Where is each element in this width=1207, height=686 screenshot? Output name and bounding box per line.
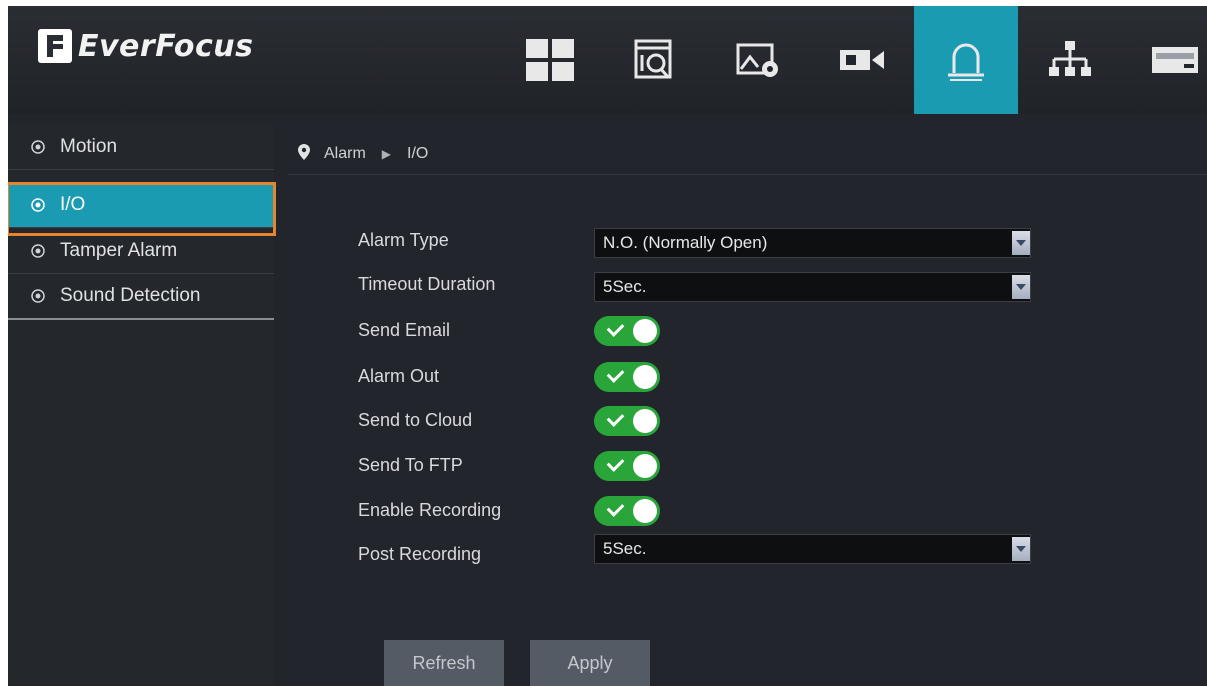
checkmark-icon	[606, 409, 625, 427]
location-pin-icon	[298, 143, 310, 165]
nav-camera[interactable]	[810, 6, 914, 114]
timeout-duration-label: Timeout Duration	[358, 274, 496, 294]
toggle-knob	[633, 499, 657, 523]
everfocus-logo-icon	[38, 29, 72, 63]
send-email-toggle[interactable]	[594, 316, 660, 346]
breadcrumb-page: I/O	[407, 145, 429, 162]
send-to-cloud-label: Send to Cloud	[358, 410, 473, 430]
main-nav	[498, 6, 1207, 114]
send-to-cloud-toggle[interactable]	[594, 406, 660, 436]
chevron-down-icon[interactable]	[1012, 275, 1030, 299]
playback-icon	[634, 39, 672, 79]
alarm-bell-icon	[948, 43, 984, 81]
gear-icon	[31, 243, 45, 258]
image-settings-icon	[736, 43, 778, 77]
alarm-type-value: N.O. (Normally Open)	[603, 233, 768, 252]
sidebar-item-label: Sound Detection	[60, 285, 201, 306]
checkmark-icon	[606, 499, 625, 517]
chevron-down-icon[interactable]	[1012, 537, 1030, 561]
alarm-type-select[interactable]: N.O. (Normally Open)	[594, 228, 1031, 258]
chevron-right-icon: ▶	[381, 147, 392, 161]
sidebar: Motion I/O Tamper Alarm Sound Detection	[8, 124, 276, 686]
nav-alarm[interactable]	[914, 6, 1018, 114]
timeout-duration-value: 5Sec.	[603, 277, 647, 296]
checkmark-icon	[606, 365, 625, 383]
brand-name: EverFocus	[78, 28, 254, 64]
post-recording-label: Post Recording	[358, 544, 482, 564]
breadcrumb: Alarm ▶ I/O	[288, 134, 1207, 175]
apply-button[interactable]: Apply	[530, 640, 650, 686]
toggle-knob	[633, 365, 657, 389]
toggle-knob	[633, 454, 657, 478]
checkmark-icon	[606, 319, 625, 337]
post-recording-select[interactable]: 5Sec.	[594, 534, 1031, 564]
nav-image-settings[interactable]	[706, 6, 810, 114]
nav-live-view[interactable]	[498, 6, 602, 114]
send-email-label: Send Email	[358, 320, 451, 340]
camera-icon	[840, 50, 884, 70]
grid-icon	[526, 39, 574, 81]
nav-playback[interactable]	[602, 6, 706, 114]
dvr-window: EverFocus Motion I/O Tamper Alarm Sound …	[8, 6, 1207, 686]
enable-recording-label: Enable Recording	[358, 500, 502, 520]
timeout-duration-select[interactable]: 5Sec.	[594, 272, 1031, 302]
nav-network[interactable]	[1018, 6, 1122, 114]
nav-device[interactable]	[1122, 6, 1207, 114]
network-icon	[1049, 41, 1091, 76]
top-header: EverFocus	[8, 6, 1207, 114]
post-recording-value: 5Sec.	[603, 539, 647, 558]
alarm-out-toggle[interactable]	[594, 362, 660, 392]
send-to-ftp-label: Send To FTP	[358, 455, 463, 475]
sidebar-item-label: Motion	[60, 135, 118, 157]
gear-icon	[31, 139, 45, 154]
alarm-type-label: Alarm Type	[358, 230, 449, 250]
refresh-button[interactable]: Refresh	[384, 640, 504, 686]
sidebar-item-motion[interactable]: Motion	[8, 124, 274, 170]
brand-logo: EverFocus	[38, 26, 253, 66]
toggle-knob	[633, 409, 657, 433]
enable-recording-toggle[interactable]	[594, 496, 660, 526]
device-icon	[1152, 47, 1198, 73]
breadcrumb-section[interactable]: Alarm	[324, 145, 366, 163]
sidebar-item-label: Tamper Alarm	[60, 239, 178, 261]
alarm-out-label: Alarm Out	[358, 366, 440, 386]
toggle-knob	[633, 319, 657, 343]
sidebar-item-sound-detection[interactable]: Sound Detection	[8, 274, 274, 320]
send-to-ftp-toggle[interactable]	[594, 451, 660, 481]
checkmark-icon	[606, 454, 625, 472]
gear-icon	[31, 289, 45, 303]
chevron-down-icon[interactable]	[1012, 231, 1030, 255]
highlight-callout	[8, 182, 276, 236]
